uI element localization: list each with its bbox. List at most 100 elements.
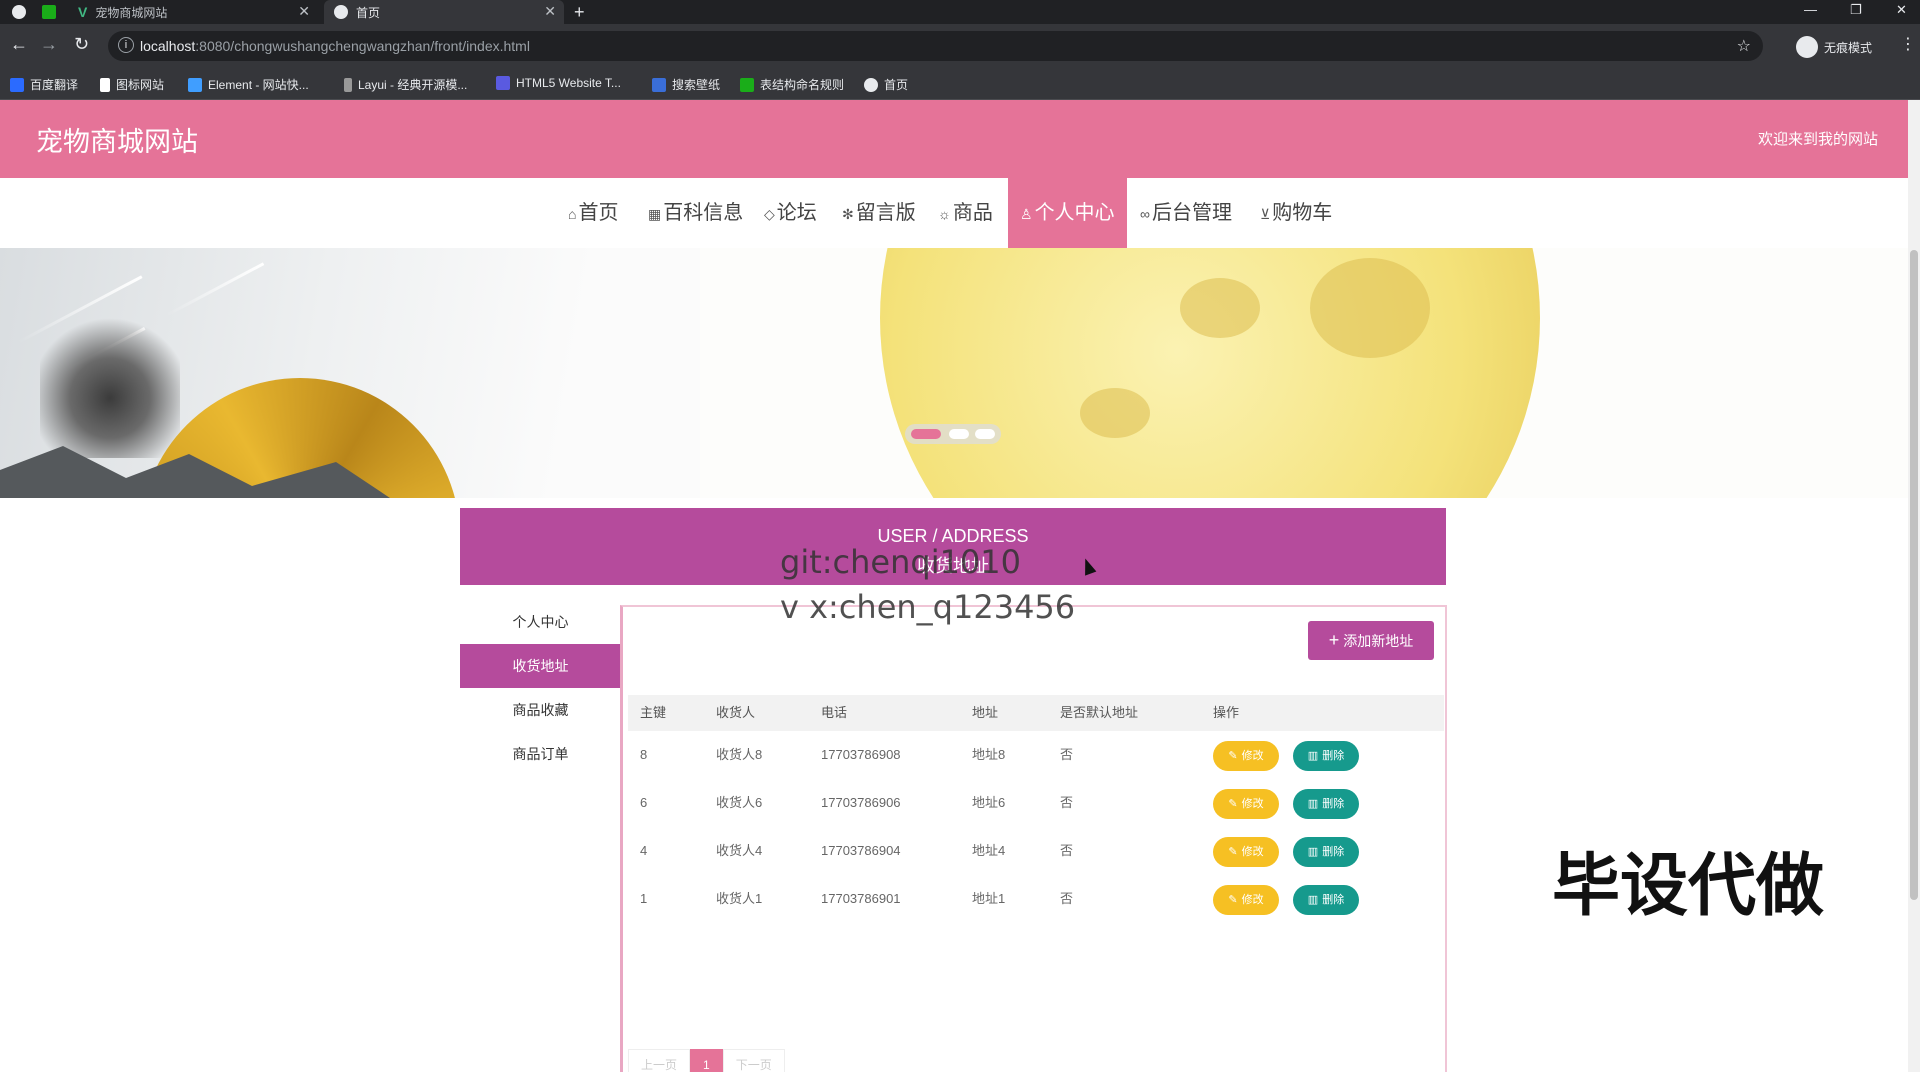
- sidebar-item-address[interactable]: 收货地址: [460, 644, 621, 688]
- translate-icon: [10, 77, 24, 92]
- moon-crater: [1080, 388, 1150, 438]
- address-panel: + 添加新地址 主键 收货人 电话 地址 是否默认地址 操作 8 收货人8 177…: [620, 605, 1447, 1072]
- nav-message-board[interactable]: ✻ 留言版: [842, 178, 916, 248]
- minimize-icon[interactable]: —: [1804, 2, 1817, 17]
- close-tab-icon[interactable]: ✕: [544, 3, 556, 20]
- cell-id: 4: [640, 843, 648, 858]
- incognito-label: 无痕模式: [1824, 40, 1873, 55]
- main-nav: ⌂ 首页 ▦ 百科信息 ◇ 论坛 ✻ 留言版 ☼ 商品 ♙ 个人中心 ∞ 后台管理 ⊻ 购物车: [0, 178, 1908, 248]
- url-text[interactable]: localhost:8080/chongwushangchengwangzhan…: [140, 38, 530, 54]
- grid-icon: ▦: [648, 206, 662, 222]
- delete-button[interactable]: ▥ 删除: [1293, 789, 1359, 819]
- close-window-icon[interactable]: ✕: [1896, 2, 1907, 18]
- nav-label: 百科信息: [663, 202, 744, 224]
- new-tab-button[interactable]: +: [574, 0, 598, 24]
- edit-button[interactable]: ✎ 修改: [1213, 789, 1279, 819]
- banner-moon: [880, 248, 1540, 498]
- edit-label: 修改: [1241, 894, 1264, 906]
- restore-icon[interactable]: ❐: [1850, 2, 1862, 18]
- bookmark-item[interactable]: 搜索壁纸: [652, 76, 720, 93]
- cell-address: 地址4: [972, 843, 1006, 858]
- back-icon[interactable]: ←: [10, 34, 28, 55]
- edit-label: 修改: [1241, 750, 1264, 762]
- bookmark-star-icon[interactable]: ☆: [1737, 36, 1751, 56]
- carousel-dot[interactable]: [949, 429, 969, 439]
- next-page-button[interactable]: 下一页: [722, 1049, 785, 1072]
- cell-phone: 17703786904: [821, 843, 901, 858]
- nav-home[interactable]: ⌂ 首页: [568, 178, 618, 248]
- bookmark-item[interactable]: 百度翻译: [10, 76, 78, 93]
- tab-home[interactable]: 首页 ✕: [324, 0, 564, 24]
- edit-button[interactable]: ✎ 修改: [1213, 837, 1279, 867]
- delete-button[interactable]: ▥ 删除: [1293, 885, 1359, 915]
- pencil-icon: ✎: [1228, 750, 1238, 762]
- pinned-tab-2[interactable]: [42, 0, 66, 24]
- bookmark-item[interactable]: 表结构命名规则: [740, 76, 844, 93]
- tab-pet-mall[interactable]: V 宠物商城网站 ✕: [68, 0, 318, 24]
- site-header: 宠物商城网站 欢迎来到我的网站: [0, 100, 1908, 178]
- sidebar-item-orders[interactable]: 商品订单: [460, 732, 621, 776]
- nav-label: 论坛: [776, 202, 817, 224]
- close-tab-icon[interactable]: ✕: [298, 3, 310, 20]
- user-icon: ♙: [1020, 206, 1033, 222]
- edit-button[interactable]: ✎ 修改: [1213, 885, 1279, 915]
- nav-cart[interactable]: ⊻ 购物车: [1260, 178, 1332, 248]
- nav-label: 购物车: [1272, 202, 1333, 224]
- vue-icon: V: [78, 4, 88, 20]
- browser-menu-icon[interactable]: ⋮: [1900, 34, 1916, 54]
- url-path: :8080/chongwushangchengwangzhan/front/in…: [195, 38, 530, 54]
- delete-button[interactable]: ▥ 删除: [1293, 741, 1359, 771]
- forward-icon[interactable]: →: [40, 34, 58, 55]
- page-scrollbar[interactable]: [1908, 100, 1920, 1072]
- nav-admin[interactable]: ∞ 后台管理: [1140, 178, 1232, 248]
- sun-icon: ☼: [938, 206, 951, 222]
- prev-page-button[interactable]: 上一页: [628, 1049, 691, 1072]
- col-header-phone: 电话: [821, 705, 848, 720]
- table-row: 8 收货人8 17703786908 地址8 否 ✎ 修改 ▥ 删除: [628, 731, 1444, 779]
- bookmark-label: 表结构命名规则: [760, 78, 845, 92]
- table-row: 6 收货人6 17703786906 地址6 否 ✎ 修改 ▥ 删除: [628, 779, 1444, 827]
- delete-button[interactable]: ▥ 删除: [1293, 837, 1359, 867]
- bookmark-item[interactable]: Element - 网站快...: [188, 76, 309, 93]
- watermark-corner-text: 毕设代做: [1552, 847, 1825, 926]
- cell-default: 否: [1060, 843, 1074, 858]
- carousel-dot-active[interactable]: [911, 429, 941, 439]
- nav-user-center[interactable]: ♙ 个人中心: [1008, 178, 1127, 248]
- url-host: localhost: [140, 38, 196, 54]
- carousel-indicators: [905, 424, 1001, 444]
- edit-button[interactable]: ✎ 修改: [1213, 741, 1279, 771]
- carousel-dot[interactable]: [975, 429, 995, 439]
- nav-forum[interactable]: ◇ 论坛: [764, 178, 817, 248]
- address-bar[interactable]: i localhost:8080/chongwushangchengwangzh…: [108, 31, 1763, 61]
- moon-crater: [1310, 258, 1430, 358]
- site-info-icon[interactable]: i: [118, 37, 134, 53]
- bookmark-item[interactable]: 首页: [864, 76, 908, 93]
- cell-default: 否: [1060, 891, 1074, 906]
- incognito-indicator[interactable]: 无痕模式: [1796, 36, 1872, 58]
- layui-icon: [344, 77, 352, 92]
- app-icon: [42, 5, 56, 19]
- nav-products[interactable]: ☼ 商品: [938, 178, 993, 248]
- element-icon: [188, 77, 202, 92]
- add-address-button[interactable]: + 添加新地址: [1308, 621, 1434, 660]
- bookmark-item[interactable]: HTML5 Website T...: [496, 76, 621, 90]
- bookmark-item[interactable]: 图标网站: [100, 76, 164, 93]
- page-number-button[interactable]: 1: [690, 1049, 723, 1072]
- reload-icon[interactable]: ↻: [74, 34, 89, 55]
- bookmark-item[interactable]: Layui - 经典开源模...: [344, 76, 467, 93]
- pinned-tab-1[interactable]: [12, 0, 36, 24]
- nav-encyclopedia[interactable]: ▦ 百科信息: [648, 178, 743, 248]
- hero-carousel[interactable]: [0, 248, 1908, 498]
- cell-id: 8: [640, 747, 648, 762]
- browser-toolbar: ← → ↻ i localhost:8080/chongwushangcheng…: [0, 24, 1920, 68]
- scrollbar-thumb[interactable]: [1910, 250, 1918, 900]
- watermark-git: git:chenqi1010: [780, 543, 1022, 581]
- user-sidebar: 个人中心 收货地址 商品收藏 商品订单: [460, 600, 621, 776]
- edit-label: 修改: [1241, 798, 1264, 810]
- sidebar-item-user-center[interactable]: 个人中心: [460, 600, 621, 644]
- home-icon: ⌂: [568, 206, 577, 222]
- cell-consignee: 收货人1: [716, 891, 763, 906]
- bookmark-label: 图标网站: [116, 78, 165, 92]
- sidebar-item-favorites[interactable]: 商品收藏: [460, 688, 621, 732]
- col-header-actions: 操作: [1213, 705, 1240, 720]
